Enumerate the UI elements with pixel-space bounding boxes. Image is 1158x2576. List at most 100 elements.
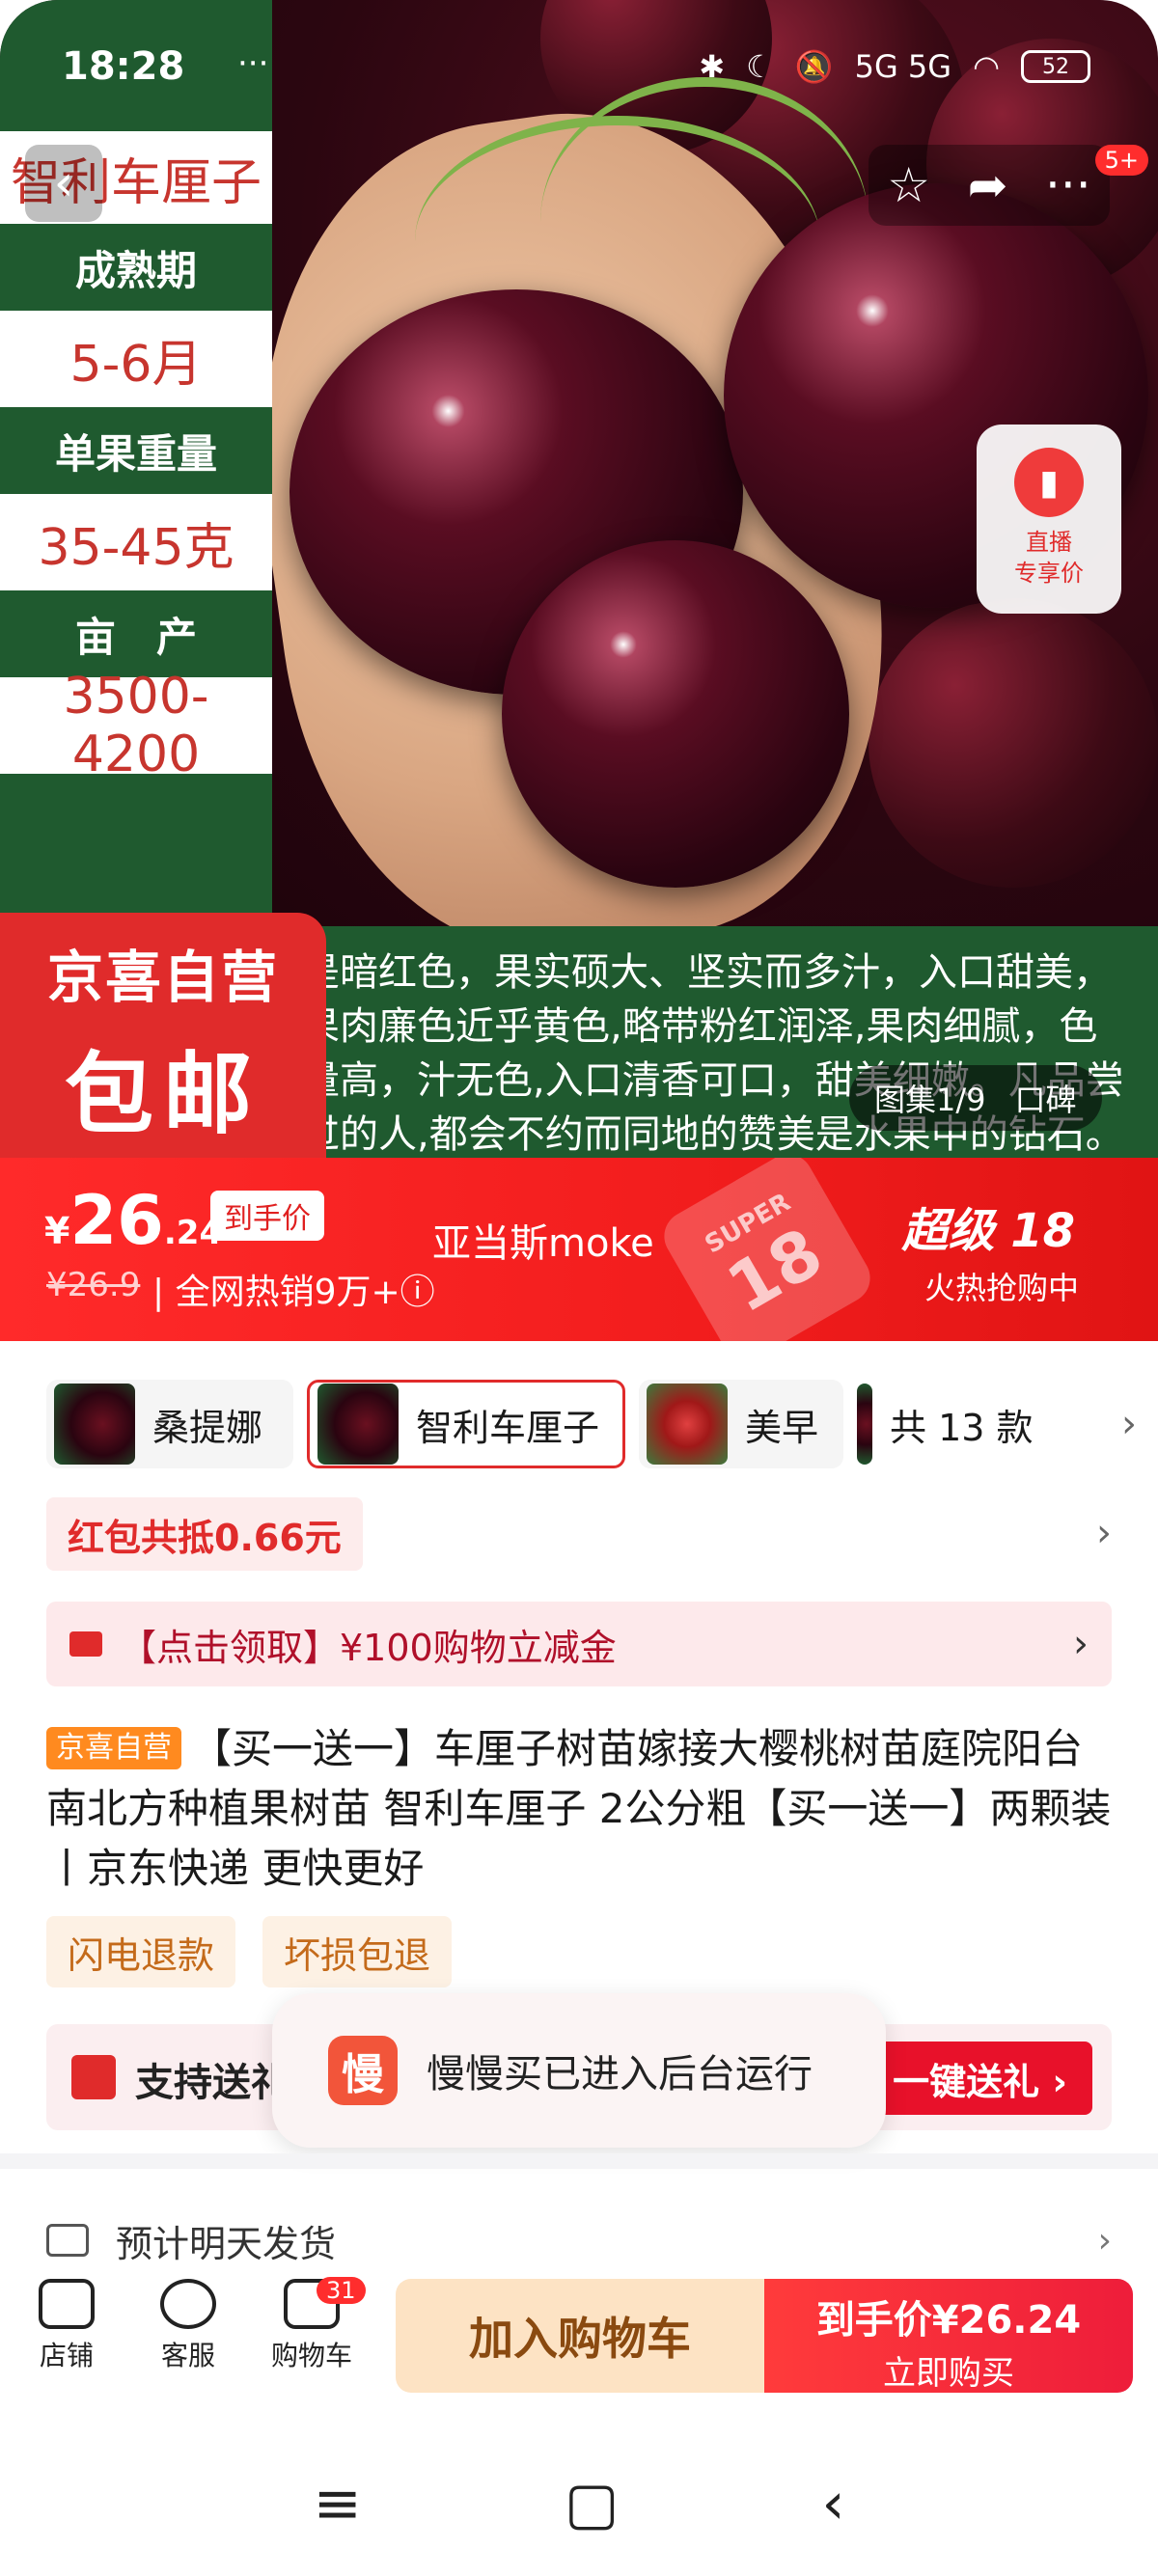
variant-chip[interactable]: 桑提娜 (46, 1380, 293, 1468)
section-divider (0, 2153, 1158, 2169)
buy-now-label: 立即购买 (883, 2354, 1014, 2393)
shipping-row[interactable]: 预计明天发货 › (46, 2209, 1112, 2271)
card-icon (69, 1631, 102, 1657)
service-tags: 闪电退款 坏损包退 (46, 1916, 453, 1987)
buy-now-button[interactable]: 到手价¥26.24 立即购买 (764, 2279, 1133, 2393)
mute-icon: 🔕 (794, 48, 834, 85)
spec-weight-label: 单果重量 (0, 407, 272, 494)
variant-label: 智利车厘子 (416, 1406, 600, 1449)
gift-text: 支持送礼 (135, 2061, 290, 2105)
super-event-title: 超级 18 (901, 1204, 1075, 1258)
cart-label: 购物车 (270, 2340, 352, 2371)
status-time: 18:28 (62, 44, 185, 89)
reviews-tab[interactable]: 口碑 (1015, 1076, 1077, 1120)
favorite-star-icon[interactable]: ☆ (887, 157, 930, 213)
buy-now-price: 到手价¥26.24 (815, 2298, 1082, 2343)
product-page: 智利车厘子 成熟期 5-6月 单果重量 35-45克 亩 产 3500-4200… (0, 0, 1158, 2576)
background-toast: 慢 慢慢买已进入后台运行 (272, 1993, 886, 2148)
live-label: 直播 (1026, 529, 1072, 556)
final-price-tag: 到手价 (210, 1191, 324, 1241)
variant-thumbnail (647, 1384, 728, 1465)
live-chart-icon: ▮ (1014, 448, 1084, 517)
customer-service-button[interactable]: 客服 (135, 2273, 241, 2373)
message-badge: 5+ (1094, 145, 1148, 176)
bottom-action-bar: 店铺 客服 购物车 31 加入购物车 到手价¥26.24 立即购买 (0, 2273, 1158, 2395)
send-gift-button[interactable]: 一键送礼 › (868, 2042, 1092, 2115)
live-sublabel: 专享价 (1014, 560, 1084, 587)
variant-label: 桑提娜 (152, 1406, 263, 1449)
moon-icon: ☾ (746, 48, 774, 85)
chevron-left-icon: ‹ (53, 154, 74, 212)
gift-icon (71, 2055, 116, 2099)
bluetooth-icon: ✱ (699, 48, 726, 85)
status-more-icon: ··· (237, 44, 269, 83)
variant-selector: 桑提娜 智利车厘子 美早 共 13 款 › (46, 1378, 1137, 1470)
chevron-right-icon: › (1096, 1511, 1112, 1555)
jd-self-operated-badge: 京喜自营 (46, 1727, 181, 1769)
toast-text: 慢慢买已进入后台运行 (427, 2052, 813, 2096)
shop-watermark: 亚当斯moke (432, 1221, 654, 1266)
gallery-count: 图集1/9 (874, 1082, 986, 1118)
sales-info[interactable]: | 全网热销​9万+ⓘ (152, 1264, 435, 1314)
chevron-right-icon: › (1073, 1622, 1089, 1666)
super18-logo: SUPER 18 (654, 1158, 880, 1341)
battery-icon: 52 (1021, 50, 1090, 83)
back-button[interactable]: ‹ (25, 145, 102, 222)
top-action-group: ☆ ➦ ··· (868, 145, 1110, 226)
recent-apps-icon[interactable]: ≡ (314, 2470, 362, 2537)
shop-label: 店铺 (39, 2340, 94, 2371)
more-icon[interactable]: ··· (1045, 157, 1091, 213)
jd-badge-line2: 包邮 (64, 1043, 262, 1146)
final-price: ¥26.24 (44, 1181, 222, 1260)
system-nav-bar: ≡ ▢ ‹ (0, 2451, 1158, 2557)
wifi-icon: ◠ (973, 48, 1000, 85)
coupon-row[interactable]: 红包共抵0.66元 › (46, 1497, 1112, 1571)
original-price: ¥26.9 (46, 1266, 141, 1304)
add-to-cart-button[interactable]: 加入购物车 (396, 2279, 764, 2393)
back-icon[interactable]: ‹ (821, 2470, 844, 2537)
promo-bar[interactable]: 【点击领取】¥100购物立减金 › (46, 1602, 1112, 1686)
variant-chip[interactable]: 美早 (639, 1380, 843, 1468)
home-icon[interactable]: ▢ (565, 2470, 620, 2537)
shop-button[interactable]: 店铺 (14, 2273, 120, 2373)
chevron-right-icon[interactable]: › (1121, 1402, 1137, 1446)
background-cherry (868, 598, 1158, 888)
share-icon[interactable]: ➦ (968, 157, 1008, 213)
product-title-text: 【买一送一】车厘子树苗嫁接大樱桃树苗庭院阳台南北方种植果树苗 智利车厘子 2公分… (46, 1725, 1112, 1892)
smile-icon (160, 2279, 216, 2329)
hero-desc-line: 果肉廉色近乎黄色,略带粉红润泽,果肉细腻，色 (301, 1004, 1098, 1049)
jd-badge-line1: 京喜自营 (46, 945, 279, 1010)
truck-icon (46, 2224, 89, 2257)
variant-count[interactable]: 共 13 款 (857, 1380, 1051, 1468)
service-label: 客服 (160, 2340, 215, 2371)
variant-thumbnail (317, 1384, 399, 1465)
hero-desc-line: 是暗红色，果实硕大、坚实而多汁，入口甜美， (301, 950, 1112, 995)
variant-label: 美早 (745, 1406, 819, 1449)
spec-weight-value: 35-45克 (0, 494, 272, 590)
price-banner: ¥26.24 到手价 ¥26.9 | 全网热销​9万+ⓘ 亚当斯moke SUP… (0, 1158, 1158, 1341)
variant-count-label: 共 13 款 (890, 1406, 1034, 1449)
gallery-indicator[interactable]: 图集1/9 口碑 (849, 1065, 1102, 1131)
spec-ripening-label: 成熟期 (0, 224, 272, 311)
shop-icon (39, 2279, 95, 2329)
cherry (502, 540, 849, 888)
chevron-right-icon: › (1097, 2220, 1112, 2261)
variant-thumbnail (857, 1384, 872, 1465)
app-icon: 慢 (328, 2036, 398, 2105)
product-title: 京喜自营 【买一送一】车厘子树苗嫁接大樱桃树苗庭院阳台南北方种植果树苗 智利车厘子… (46, 1719, 1112, 1899)
signal-icon: 5G 5G (854, 48, 952, 85)
spec-yield-value: 3500-4200 (0, 668, 272, 783)
currency-symbol: ¥ (44, 1210, 70, 1252)
jd-free-shipping-badge: 京喜自营 包邮 (0, 913, 326, 1158)
status-bar: 18:28 ··· ✱ ☾ 🔕 5G 5G ◠ 52 (0, 39, 1158, 106)
cart-count-badge: 31 (317, 2277, 366, 2304)
live-price-card[interactable]: ▮ 直播 专享价 (977, 425, 1121, 614)
coupon-badge: 红包共抵0.66元 (46, 1497, 363, 1571)
variant-chip-selected[interactable]: 智利车厘子 (307, 1380, 625, 1468)
shipping-text: 预计明天发货 (116, 2222, 337, 2265)
spec-yield-label: 亩 产 (0, 590, 272, 677)
service-tag: 闪电退款 (46, 1916, 236, 1987)
spec-ripening-value: 5-6月 (0, 311, 272, 407)
variant-thumbnail (54, 1384, 135, 1465)
promo-text: 【点击领取】¥100购物立减金 (120, 1626, 617, 1669)
